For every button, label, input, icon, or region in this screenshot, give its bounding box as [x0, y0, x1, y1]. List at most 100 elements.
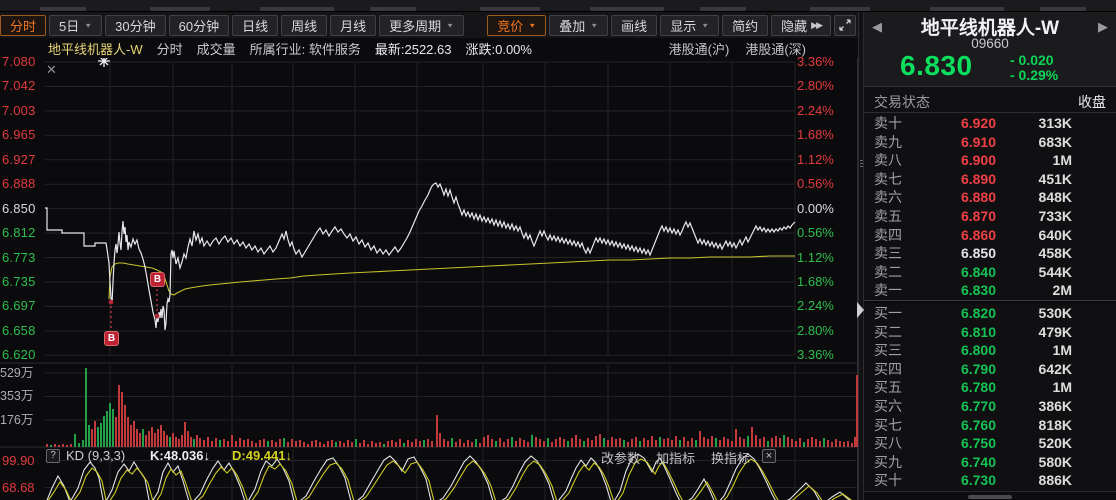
ask-row[interactable]: 卖七 6.890 451K [864, 170, 1116, 189]
ask-row[interactable]: 卖五 6.870 733K [864, 207, 1116, 226]
panel-expand-arrow-icon[interactable] [857, 302, 864, 318]
bid-row[interactable]: 买三 6.800 1M [864, 341, 1116, 360]
price-tick: 6.888 [2, 176, 36, 192]
price-tick: 6.965 [2, 127, 36, 143]
buy-marker-badge[interactable]: B [104, 331, 119, 346]
status-value: 收盘 [1078, 94, 1106, 110]
chart-industry-label: 所属行业: 软件服务 [249, 41, 361, 57]
ask-row[interactable]: 卖十 6.920 313K [864, 114, 1116, 133]
period-button-分时[interactable]: 分时 [0, 14, 47, 36]
ask-row[interactable]: 卖一 6.830 2M [864, 281, 1116, 300]
percent-tick: 3.36% [797, 347, 834, 363]
level-volume: 544K [1038, 263, 1072, 280]
fullscreen-button[interactable] [834, 14, 856, 36]
buy-marker-badge[interactable]: B [150, 272, 165, 287]
level-volume: 530K [1038, 305, 1072, 321]
bid-row[interactable]: 买五 6.780 1M [864, 378, 1116, 397]
chart-stock-name: 地平线机器人-W [48, 41, 143, 57]
period-button-更多周期[interactable]: 更多周期 ▼ [379, 14, 465, 36]
price-tick: 6.620 [2, 347, 36, 363]
close-icon[interactable]: ✕ [46, 62, 57, 78]
chart-zone[interactable]: ✕ 7.080 7.042 7.003 6.965 6.927 6.888 6.850 6.8… [0, 54, 858, 500]
bid-row[interactable]: 买一 6.820 530K [864, 304, 1116, 323]
level-volume: 479K [1038, 323, 1072, 340]
bid-row[interactable]: 买七 6.760 818K [864, 416, 1116, 435]
connect-tag: 港股通(沪) [668, 41, 730, 57]
level-volume: 520K [1038, 435, 1072, 452]
level-volume: 733K [1038, 207, 1072, 224]
percent-tick: 3.36% [797, 54, 834, 69]
kd-action-换指标[interactable]: 换指标 [711, 448, 750, 467]
volume-tick: 353万 [0, 389, 34, 403]
scrollbar-thumb[interactable] [968, 495, 1012, 499]
chart-latest-value: 最新:2522.63 [374, 41, 452, 57]
price-tick: 7.003 [2, 102, 36, 118]
period-button-5日[interactable]: 5日 ▼ [49, 14, 103, 36]
panel-scrollbar[interactable] [864, 491, 1116, 500]
ask-row[interactable]: 卖八 6.900 1M [864, 151, 1116, 170]
kd-actions: 改参数 加指标 换指标 [601, 448, 750, 467]
status-label: 交易状态 [874, 94, 930, 110]
price-tick: 7.042 [2, 78, 36, 94]
ask-row[interactable]: 卖四 6.860 640K [864, 226, 1116, 245]
quote-panel: ◀ ▶ 地平线机器人-W 09660 6.830 - 0.020- 0.29% … [864, 12, 1116, 500]
period-button-日线[interactable]: 日线 [232, 14, 279, 36]
period-button-group: 分时 5日 ▼ 30分钟 60分钟 日线 周线 月线 更多周期 ▼ [0, 14, 467, 36]
ask-row[interactable]: 卖六 6.880 848K [864, 188, 1116, 207]
chart-change-value: 涨跌:0.00% [465, 41, 532, 57]
period-button-月线[interactable]: 月线 [330, 14, 377, 36]
level-volume: 683K [1038, 133, 1072, 150]
price-change: - 0.020- 0.29% [1010, 52, 1059, 83]
chart-canvas[interactable] [0, 58, 858, 500]
chevron-down-icon: ▼ [84, 21, 93, 29]
level-volume: 580K [1038, 453, 1072, 470]
price-line [45, 182, 796, 331]
tool-button-隐藏[interactable]: 隐藏 ▶▶ [771, 14, 831, 36]
tool-button-叠加[interactable]: 叠加 ▼ [549, 14, 609, 36]
ask-row[interactable]: 卖九 6.910 683K [864, 133, 1116, 152]
bid-levels: 买一 6.820 530K 买二 6.810 479K 买三 6.800 1M 买四 6.790 64… [864, 304, 1116, 490]
bid-row[interactable]: 买九 6.740 580K [864, 453, 1116, 472]
connect-tags: 港股通(沪) 港股通(深) [669, 39, 806, 58]
period-button-30分钟[interactable]: 30分钟 [105, 14, 166, 36]
bid-row[interactable]: 买六 6.770 386K [864, 397, 1116, 416]
level-volume: 458K [1038, 245, 1072, 262]
bid-row[interactable]: 买四 6.790 642K [864, 360, 1116, 379]
level-volume: 313K [1038, 115, 1072, 131]
chart-header: 地平线机器人-W 分时 成交量 所属行业: 软件服务 最新:2522.63 涨跌… [0, 38, 858, 58]
bid-row[interactable]: 买十 6.730 886K [864, 471, 1116, 490]
kd-tick: 99.90 [2, 453, 35, 468]
price-tick: 6.697 [2, 298, 36, 314]
level-volume: 640K [1038, 226, 1072, 243]
kd-close-icon[interactable]: × [762, 449, 776, 463]
volume-tick: 529万 [0, 365, 34, 380]
clipped-tab-strip [0, 0, 1116, 12]
tool-button-竞价[interactable]: 竞价 ▼ [487, 14, 547, 36]
percent-tick: 0.00% [797, 200, 834, 216]
divider-grip-icon[interactable] [860, 158, 863, 169]
volume-tick: 176万 [0, 412, 34, 427]
tool-button-显示[interactable]: 显示 ▼ [660, 14, 720, 36]
price-tick: 6.773 [2, 249, 36, 265]
average-price-line [108, 255, 795, 300]
period-button-60分钟[interactable]: 60分钟 [168, 14, 230, 36]
price-tick: 6.812 [2, 225, 36, 241]
chevron-down-icon: ▼ [701, 21, 710, 29]
ask-row[interactable]: 卖二 6.840 544K [864, 263, 1116, 282]
tool-button-画线[interactable]: 画线 [611, 14, 658, 36]
ask-row[interactable]: 卖三 6.850 458K [864, 244, 1116, 263]
kd-help-icon[interactable]: ? [46, 449, 60, 463]
price-tick: 7.080 [2, 54, 36, 69]
kd-d-value: D:49.441↓ [232, 448, 292, 463]
kd-action-改参数[interactable]: 改参数 [601, 448, 640, 467]
bid-row[interactable]: 买二 6.810 479K [864, 323, 1116, 342]
trading-app-window: 分时 5日 ▼ 30分钟 60分钟 日线 周线 月线 更多周期 ▼ 竞价 ▼ 叠加 ▼ 画线 显示 ▼ 简约 隐藏… [0, 0, 1116, 500]
kd-action-加指标[interactable]: 加指标 [656, 448, 695, 467]
level-volume: 451K [1038, 170, 1072, 187]
percent-tick: 1.12% [797, 151, 834, 167]
quote-panel-header: ◀ ▶ 地平线机器人-W 09660 6.830 - 0.020- 0.29% [864, 12, 1116, 86]
tool-button-简约[interactable]: 简约 [722, 14, 769, 36]
price-tick: 6.658 [2, 322, 36, 338]
period-button-周线[interactable]: 周线 [281, 14, 328, 36]
bid-row[interactable]: 买八 6.750 520K [864, 434, 1116, 453]
